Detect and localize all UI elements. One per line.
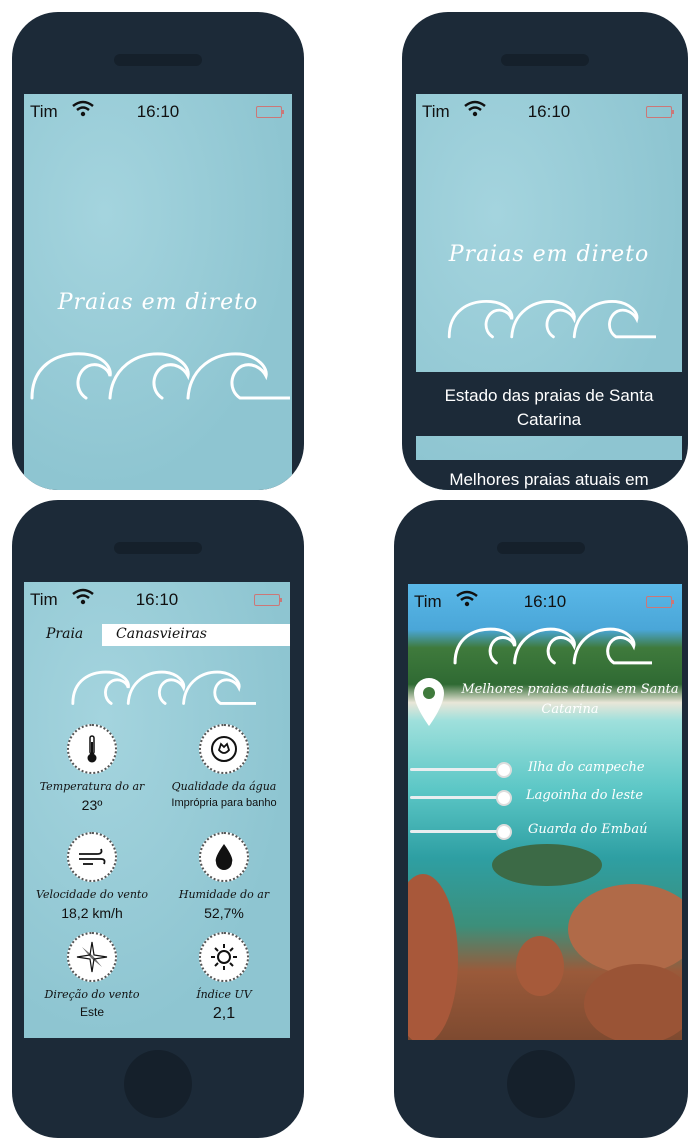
metric-uv-index: Índice UV 2,1: [160, 932, 288, 1023]
location-pin-icon: [412, 676, 446, 732]
clock: 16:10: [135, 590, 179, 609]
metric-label: Velocidade do vento: [36, 888, 148, 901]
metric-label: Humidade do ar: [178, 888, 270, 901]
phone-menu: Tim 16:10 Praias em direto Estado das pr…: [402, 12, 688, 490]
thermometer-icon: [67, 724, 117, 774]
clock: 16:10: [527, 102, 571, 121]
status-bar: Tim 16:10: [408, 584, 682, 618]
metric-air-temperature: Temperatura do ar 23º: [28, 724, 156, 813]
metric-label: Temperatura do ar: [39, 780, 145, 793]
speaker: [114, 54, 202, 66]
battery-icon: [256, 106, 284, 118]
metric-value: Este: [79, 1005, 104, 1019]
waves-logo: [30, 352, 290, 400]
metric-value: Imprópria para banho: [171, 797, 277, 809]
slider-knob[interactable]: [496, 790, 512, 806]
best-beach-1[interactable]: Ilha do campeche: [528, 760, 645, 775]
wind-icon: [67, 832, 117, 882]
metric-value: 18,2 km/h: [61, 905, 123, 921]
screen-menu: Tim 16:10 Praias em direto Estado das pr…: [416, 94, 682, 490]
metric-label: Índice UV: [196, 988, 252, 1001]
slider-knob[interactable]: [496, 762, 512, 778]
screen-best-beaches: Tim 16:10 Melhores praias atuais em Sant…: [408, 584, 682, 1040]
water-drop-icon: [199, 832, 249, 882]
phone-splash: Tim 16:10 Praias em direto: [12, 12, 304, 490]
status-bar: Tim 16:10: [24, 582, 290, 616]
waves-logo: [447, 300, 656, 339]
metric-wind-direction: Direção do vento Este: [28, 932, 156, 1019]
metric-label: Direção do vento: [44, 988, 140, 1001]
phone-best-beaches: Tim 16:10 Melhores praias atuais em Sant…: [394, 500, 688, 1138]
home-button[interactable]: [124, 1050, 192, 1118]
waves-logo: [71, 670, 256, 705]
battery-icon: [254, 594, 282, 606]
metric-wind-speed: Velocidade do vento 18,2 km/h: [28, 832, 156, 921]
beach-label: Praia: [46, 626, 84, 642]
slider-track: [410, 768, 504, 771]
best-beaches-title: Melhores praias atuais em Santa Catarina: [461, 682, 679, 717]
slider-track: [410, 796, 504, 799]
best-beach-2[interactable]: Lagoinha do leste: [526, 788, 643, 803]
metric-value: 2,1: [212, 1005, 236, 1022]
water-quality-icon: [199, 724, 249, 774]
rock: [516, 936, 564, 996]
beach-select[interactable]: Canasvieiras: [102, 624, 290, 646]
metric-value: 23º: [81, 797, 103, 813]
metric-water-quality: Qualidade da água Imprópria para banho: [160, 724, 288, 809]
screen-splash: Tim 16:10 Praias em direto: [24, 94, 292, 490]
rock: [584, 964, 682, 1040]
best-beach-3[interactable]: Guarda do Embaú: [528, 822, 647, 837]
battery-icon: [646, 106, 674, 118]
app-title: Praias em direto: [57, 290, 259, 315]
rock: [492, 844, 602, 886]
metric-label: Qualidade da água: [171, 780, 277, 793]
clock: 16:10: [136, 102, 180, 121]
slider-knob[interactable]: [496, 824, 512, 840]
phone-detail: Tim 16:10 Praia Canasvieiras Temperatura…: [12, 500, 304, 1138]
speaker: [114, 542, 202, 554]
metric-air-humidity: Humidade do ar 52,7%: [160, 832, 288, 921]
waves-logo: [453, 627, 652, 665]
status-bar: Tim 16:10: [416, 94, 682, 128]
status-bar: Tim 16:10: [24, 94, 292, 128]
battery-icon: [646, 596, 674, 608]
speaker: [501, 54, 589, 66]
metric-value: 52,7%: [204, 905, 244, 921]
speaker: [497, 542, 585, 554]
home-button[interactable]: [507, 1050, 575, 1118]
app-title: Praias em direto: [448, 242, 650, 267]
menu-item-beach-status[interactable]: Estado das praias de Santa Catarina: [416, 372, 682, 436]
sun-icon: [199, 932, 249, 982]
screen-detail: Tim 16:10 Praia Canasvieiras Temperatura…: [24, 582, 290, 1038]
slider-track: [410, 830, 504, 833]
menu-item-best-beaches[interactable]: Melhores praias atuais em Santa Catarina: [416, 460, 682, 490]
compass-icon: [67, 932, 117, 982]
clock: 16:10: [523, 592, 567, 611]
